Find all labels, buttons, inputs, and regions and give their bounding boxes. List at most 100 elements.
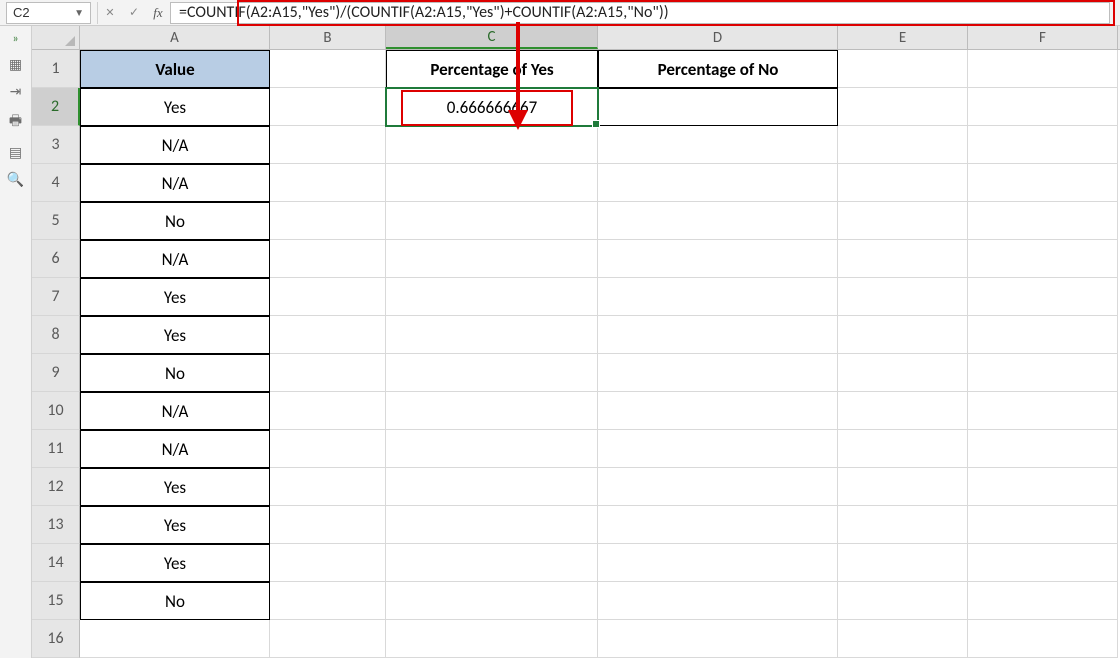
cell-F6[interactable] [968,240,1118,278]
cell-E8[interactable] [838,316,968,354]
cell-E16[interactable] [838,620,968,658]
cell-F15[interactable] [968,582,1118,620]
row-header-9[interactable]: 9 [32,354,80,392]
cell-F2[interactable] [968,88,1118,126]
cell-C6[interactable] [386,240,598,278]
cell-A15[interactable]: No [80,582,270,620]
cell-D1[interactable]: Percentage of No [598,50,838,88]
cell-B8[interactable] [270,316,386,354]
cell-A6[interactable]: N/A [80,240,270,278]
cancel-button[interactable] [98,2,122,24]
col-header-F[interactable]: F [968,26,1118,49]
row-header-8[interactable]: 8 [32,316,80,354]
cell-A7[interactable]: Yes [80,278,270,316]
cell-C5[interactable] [386,202,598,240]
select-all-corner[interactable] [32,26,80,49]
cell-E9[interactable] [838,354,968,392]
cell-B13[interactable] [270,506,386,544]
cell-D10[interactable] [598,392,838,430]
cell-C9[interactable] [386,354,598,392]
cell-A9[interactable]: No [80,354,270,392]
cell-E4[interactable] [838,164,968,202]
cell-B12[interactable] [270,468,386,506]
sidebar-icon-2[interactable]: ⇥ [10,83,22,100]
cell-D3[interactable] [598,126,838,164]
cell-B10[interactable] [270,392,386,430]
row-header-5[interactable]: 5 [32,202,80,240]
row-header-6[interactable]: 6 [32,240,80,278]
cell-F14[interactable] [968,544,1118,582]
sidebar-icon-4[interactable]: ▤ [9,144,22,161]
formula-input[interactable]: =COUNTIF(A2:A15,"Yes")/(COUNTIF(A2:A15,"… [170,2,1110,24]
col-header-C[interactable]: C [386,26,598,49]
col-header-B[interactable]: B [270,26,386,49]
cell-D12[interactable] [598,468,838,506]
spreadsheet-grid[interactable]: A B C D E F 1ValuePercentage of YesPerce… [32,26,1120,658]
cell-A12[interactable]: Yes [80,468,270,506]
fx-button[interactable]: fx [146,2,170,24]
cell-C3[interactable] [386,126,598,164]
cell-C1[interactable]: Percentage of Yes [386,50,598,88]
cell-F4[interactable] [968,164,1118,202]
cell-D13[interactable] [598,506,838,544]
cell-F11[interactable] [968,430,1118,468]
row-header-11[interactable]: 11 [32,430,80,468]
cell-D4[interactable] [598,164,838,202]
cell-B1[interactable] [270,50,386,88]
cell-E14[interactable] [838,544,968,582]
cell-A5[interactable]: No [80,202,270,240]
cell-F7[interactable] [968,278,1118,316]
cell-E12[interactable] [838,468,968,506]
cell-D6[interactable] [598,240,838,278]
enter-button[interactable] [122,2,146,24]
row-header-4[interactable]: 4 [32,164,80,202]
col-header-D[interactable]: D [598,26,838,49]
cell-A13[interactable]: Yes [80,506,270,544]
cell-B6[interactable] [270,240,386,278]
cell-A8[interactable]: Yes [80,316,270,354]
cell-F5[interactable] [968,202,1118,240]
cell-A14[interactable]: Yes [80,544,270,582]
cell-D16[interactable] [598,620,838,658]
cell-C2[interactable]: 0.666666667 [386,88,598,126]
cell-D11[interactable] [598,430,838,468]
cell-C15[interactable] [386,582,598,620]
cell-C8[interactable] [386,316,598,354]
cell-D15[interactable] [598,582,838,620]
cell-B3[interactable] [270,126,386,164]
name-box-dropdown-icon[interactable]: ▼ [74,6,84,19]
row-header-12[interactable]: 12 [32,468,80,506]
cell-F1[interactable] [968,50,1118,88]
cell-F9[interactable] [968,354,1118,392]
cell-C4[interactable] [386,164,598,202]
row-header-14[interactable]: 14 [32,544,80,582]
cell-B15[interactable] [270,582,386,620]
cell-C16[interactable] [386,620,598,658]
row-header-2[interactable]: 2 [32,88,80,126]
cell-C7[interactable] [386,278,598,316]
cell-B7[interactable] [270,278,386,316]
cell-E15[interactable] [838,582,968,620]
row-header-1[interactable]: 1 [32,50,80,88]
sidebar-icon-3[interactable]: 🖶 [9,110,22,134]
cell-E5[interactable] [838,202,968,240]
cell-A1[interactable]: Value [80,50,270,88]
cell-F10[interactable] [968,392,1118,430]
row-header-13[interactable]: 13 [32,506,80,544]
cell-F12[interactable] [968,468,1118,506]
cell-E6[interactable] [838,240,968,278]
cell-E13[interactable] [838,506,968,544]
cell-F8[interactable] [968,316,1118,354]
cell-A2[interactable]: Yes [80,88,270,126]
cell-B2[interactable] [270,88,386,126]
row-header-10[interactable]: 10 [32,392,80,430]
name-box[interactable]: C2 ▼ [6,2,91,24]
cell-D14[interactable] [598,544,838,582]
cell-E11[interactable] [838,430,968,468]
row-header-7[interactable]: 7 [32,278,80,316]
cell-B9[interactable] [270,354,386,392]
cell-C11[interactable] [386,430,598,468]
cell-D5[interactable] [598,202,838,240]
cell-E1[interactable] [838,50,968,88]
row-header-3[interactable]: 3 [32,126,80,164]
